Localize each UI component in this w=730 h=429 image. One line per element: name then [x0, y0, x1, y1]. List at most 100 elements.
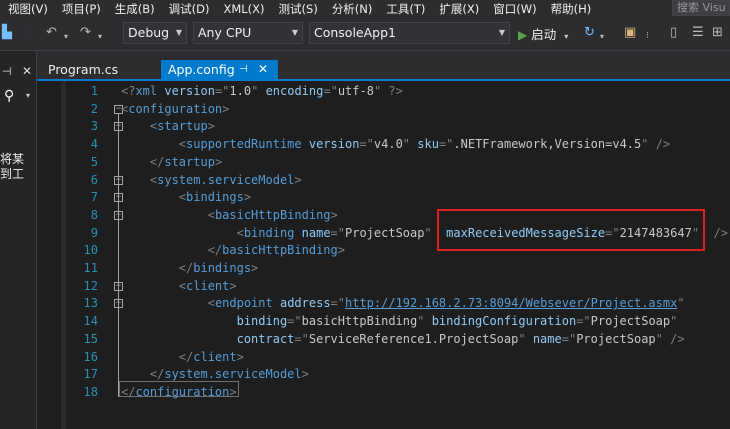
menu-item[interactable]: 分析(N) [332, 1, 373, 17]
line-number: 11 [83, 261, 98, 275]
line-number: 14 [83, 314, 98, 329]
chevron-down-icon: ▼ [291, 28, 298, 37]
code-text: binding="basicHttpBinding" bindingConfig… [236, 314, 678, 329]
pin-icon[interactable]: ⊣ [239, 60, 248, 79]
redo-dropdown-icon[interactable]: ▾ [98, 29, 102, 45]
menu-item[interactable]: 帮助(H) [551, 1, 592, 17]
layout-icon[interactable]: ⊞ [712, 25, 723, 41]
save-all-icon[interactable]: ▙ [2, 25, 12, 41]
code-line[interactable]: 10 </basicHttpBinding> [37, 242, 730, 260]
code-text: <basicHttpBinding> [207, 207, 338, 222]
tab-app-config[interactable]: App.config ⊣ ✕ [161, 60, 278, 79]
code-line[interactable]: 16 </client> [37, 349, 730, 367]
refresh-icon[interactable]: ↻ [584, 25, 595, 41]
line-number: 17 [83, 367, 98, 382]
find-in-files-icon[interactable]: ▣ [624, 25, 636, 41]
code-line[interactable]: 11 </bindings> [37, 260, 730, 278]
menu-item[interactable]: 项目(P) [62, 1, 101, 17]
code-line[interactable]: 17 </system.serviceModel> [37, 366, 730, 384]
code-text: <startup> [149, 119, 215, 134]
code-line[interactable]: 7− <bindings> [37, 189, 730, 207]
line-number: 1 [90, 84, 98, 98]
left-tool-pane: ⊣ ✕ ⚲ ▾ 将某 到工 [0, 51, 37, 429]
search-box[interactable]: 搜索 Visu [672, 0, 730, 16]
close-icon[interactable]: ✕ [258, 60, 268, 79]
tab-label: Program.cs [48, 62, 119, 77]
code-line[interactable]: 4 <supportedRuntime version="v4.0" sku="… [37, 136, 730, 154]
menu-item[interactable]: 调试(D) [169, 1, 210, 17]
menu-item[interactable]: XML(X) [223, 2, 264, 16]
code-editor[interactable]: 1 <?xml version="1.0" encoding="utf-8" ?>… [37, 81, 730, 429]
chevron-down-icon[interactable]: ▾ [26, 91, 30, 100]
line-number: 18 [83, 384, 98, 399]
undo-icon[interactable]: ↶ [46, 25, 57, 41]
menu-item[interactable]: 生成(B) [115, 1, 155, 17]
code-text: <bindings> [178, 190, 252, 205]
solution-config-value: Debug [128, 25, 170, 40]
chevron-down-icon: ▼ [498, 28, 505, 37]
line-number: 2 [90, 101, 98, 116]
search-icon[interactable]: ⚲ [4, 88, 14, 104]
code-text: <endpoint address="http://192.168.2.73:8… [207, 296, 685, 311]
startup-project-dropdown[interactable]: ConsoleApp1 ▼ [309, 22, 510, 44]
new-file-icon[interactable]: ▯ [670, 25, 677, 41]
code-line[interactable]: 13− <endpoint address="http://192.168.2.… [37, 295, 730, 313]
play-icon: ▶ [518, 28, 528, 42]
outline-guide [118, 113, 119, 397]
code-line[interactable]: 2− <configuration> [37, 101, 730, 119]
menu-item[interactable]: 视图(V) [8, 1, 48, 17]
line-number: 16 [83, 349, 98, 364]
menu-item[interactable]: 扩展(X) [439, 1, 479, 17]
line-number: 4 [90, 137, 98, 152]
code-line[interactable]: 15 contract="ServiceReference1.ProjectSo… [37, 331, 730, 349]
pin-icon[interactable]: ⊣ [2, 65, 12, 78]
menu-item[interactable]: 测试(S) [279, 1, 318, 17]
code-line[interactable]: 6− <system.serviceModel> [37, 172, 730, 190]
line-number: 15 [83, 331, 98, 346]
undo-dropdown-icon[interactable]: ▾ [64, 29, 68, 45]
tab-program-cs[interactable]: Program.cs [37, 60, 157, 79]
code-text: </configuration> [121, 384, 237, 399]
code-text: </system.serviceModel> [149, 367, 309, 382]
line-number: 12 [83, 278, 98, 293]
document-tab-bar: Program.cs App.config ⊣ ✕ [37, 51, 730, 81]
code-line[interactable]: 1 <?xml version="1.0" encoding="utf-8" ?> [37, 83, 730, 101]
code-line[interactable]: 5 </startup> [37, 154, 730, 172]
code-text: contract="ServiceReference1.ProjectSoap"… [236, 331, 685, 346]
code-line[interactable]: 3− <startup> [37, 118, 730, 136]
line-number: 9 [90, 225, 98, 240]
line-number: 10 [83, 243, 98, 258]
menu-bar: 视图(V) 项目(P) 生成(B) 调试(D) XML(X) 测试(S) 分析(N) 工具(T… [0, 0, 730, 17]
redo-icon[interactable]: ↷ [80, 25, 91, 41]
code-text: <client> [178, 278, 237, 293]
code-line[interactable]: 12− <client> [37, 278, 730, 296]
code-line[interactable]: 14 binding="basicHttpBinding" bindingCon… [37, 313, 730, 331]
code-text: <configuration> [121, 101, 230, 116]
start-label: 启动 [531, 27, 557, 42]
code-text: <system.serviceModel> [149, 172, 302, 187]
code-text: </bindings> [178, 261, 259, 275]
code-line[interactable]: 9 <binding name="ProjectSoap" maxReceive… [37, 225, 730, 243]
start-button[interactable]: ▶ 启动 ▾ [518, 24, 568, 43]
menu-item[interactable]: 工具(T) [386, 1, 425, 17]
code-line[interactable]: 18 </configuration> [37, 384, 730, 402]
list-icon[interactable]: ☰ [692, 25, 704, 41]
platform-dropdown[interactable]: Any CPU ▼ [193, 22, 303, 44]
more-icon[interactable]: ⁝ [646, 28, 649, 44]
close-icon[interactable]: ✕ [22, 64, 32, 78]
left-pane-text-2: 到工 [0, 167, 25, 181]
line-number: 6 [90, 172, 98, 187]
code-text: <?xml version="1.0" encoding="utf-8" ?> [121, 84, 403, 98]
code-line[interactable]: 8− <basicHttpBinding> [37, 207, 730, 225]
code-text: </client> [178, 349, 244, 364]
line-number: 3 [90, 119, 98, 134]
line-number: 13 [83, 296, 98, 311]
solution-config-dropdown[interactable]: Debug ▼ [123, 22, 187, 44]
code-text: </startup> [149, 154, 223, 169]
chevron-down-icon: ▾ [564, 32, 569, 41]
code-text: <supportedRuntime version="v4.0" sku=".N… [178, 137, 671, 152]
code-text: </basicHttpBinding> [207, 243, 345, 258]
line-number: 5 [90, 154, 98, 169]
menu-item[interactable]: 窗口(W) [493, 1, 536, 17]
refresh-dropdown-icon[interactable]: ▾ [600, 29, 604, 45]
